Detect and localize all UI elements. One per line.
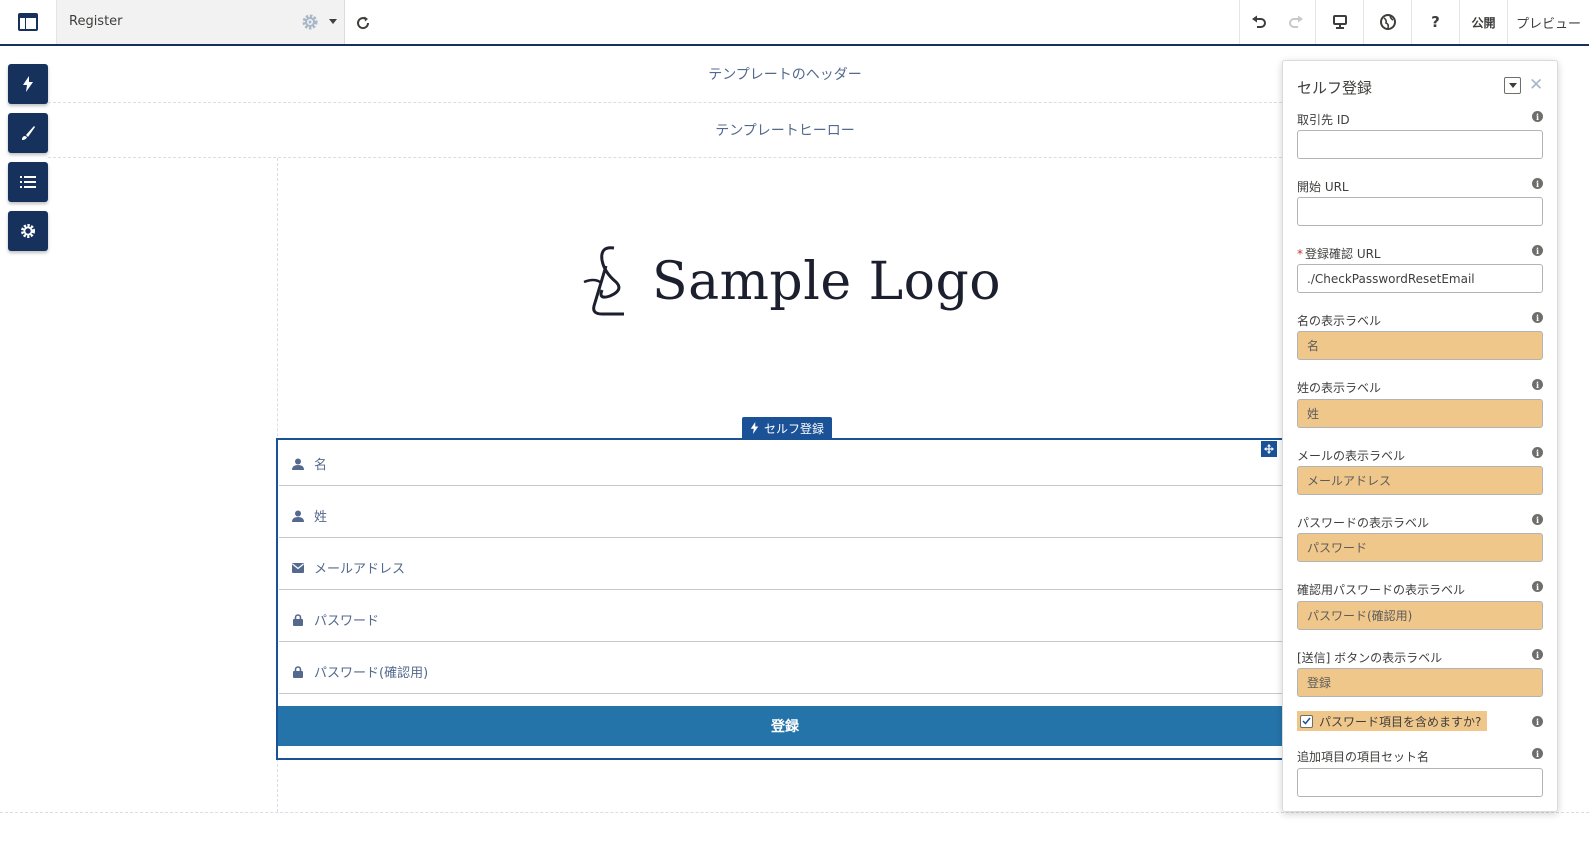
prop-label-text: 開始 URL [1297,180,1349,194]
prop-label-text: [送信] ボタンの表示ラベル [1297,651,1443,665]
page-structure-list-icon[interactable] [8,162,48,202]
user-icon [291,510,305,522]
extra-fieldset-label: 追加項目の項目セット名 [1297,748,1429,765]
field-placeholder: パスワード(確認用) [314,666,429,681]
layout-icon[interactable] [0,0,57,44]
panel-menu-dropdown-icon[interactable] [1504,77,1521,94]
checkmark-icon [1302,717,1311,725]
refresh-icon[interactable] [352,12,374,34]
info-icon[interactable]: i [1532,716,1543,727]
password-field[interactable]: パスワード [279,598,1283,642]
logo-text: Sample Logo [652,252,1002,312]
redo-icon[interactable] [1277,0,1315,44]
undo-icon[interactable] [1239,0,1277,44]
user-icon [291,458,305,470]
include-password-checkbox-row[interactable]: パスワード項目を含めますか? [1297,711,1488,731]
confirm-password-label-setting: 確認用パスワードの表示ラベル [1297,581,1465,598]
include-password-label: パスワード項目を含めますか? [1319,714,1482,729]
prop-label-text: 追加項目の項目セット名 [1297,750,1430,764]
submit-label-input[interactable]: 登録 [1297,668,1543,697]
last-name-label-input[interactable]: 姓 [1297,399,1543,428]
field-placeholder: 名 [314,458,328,473]
page-settings-gear-icon[interactable] [301,13,319,35]
lock-icon [291,613,305,626]
footer-divider [0,812,1589,813]
prop-label-text: 確認用パスワードの表示ラベル [1297,583,1466,597]
password-label-setting: パスワードの表示ラベル [1297,514,1429,531]
chevron-down-icon[interactable] [329,19,337,24]
password-label-input[interactable]: パスワード [1297,533,1543,562]
field-placeholder: 姓 [314,510,328,525]
info-icon[interactable]: i [1532,447,1543,458]
settings-gear-icon[interactable] [8,211,48,251]
components-lightning-icon[interactable] [8,64,48,104]
help-icon[interactable]: ? [1411,0,1459,44]
builder-toolbar: Register ? 公開 プレビュー [0,0,1589,46]
first-name-field[interactable]: 名 [279,442,1283,486]
prop-label-text: 姓の表示ラベル [1297,381,1382,395]
info-icon[interactable]: i [1532,111,1543,122]
lock-icon [291,665,305,678]
prop-label-text: 名の表示ラベル [1297,314,1382,328]
field-placeholder: メールアドレス [314,562,406,577]
email-label-input[interactable]: メールアドレス [1297,466,1543,495]
include-password-checkbox[interactable] [1300,714,1313,728]
start-url-input[interactable] [1297,197,1543,226]
confirm-url-input[interactable]: ./CheckPasswordResetEmail [1297,264,1543,293]
template-hero-label: テンプレートヒーロー [715,123,855,139]
panel-title: セルフ登録 [1297,79,1373,97]
info-icon[interactable]: i [1532,379,1543,390]
email-icon [291,562,305,573]
field-placeholder: パスワード [314,614,380,629]
info-icon[interactable]: i [1532,245,1543,256]
prop-label-text: 登録確認 URL [1305,247,1381,261]
component-tag-label: セルフ登録 [764,421,825,436]
globe-icon[interactable] [1363,0,1411,44]
logo-monogram-icon [583,246,624,316]
close-icon[interactable]: ✕ [1529,75,1543,95]
prop-label-text: パスワードの表示ラベル [1297,516,1430,530]
info-icon[interactable]: i [1532,649,1543,660]
site-logo[interactable]: Sample Logo [580,240,1020,324]
page-selector[interactable]: Register [57,0,345,44]
register-submit-button[interactable]: 登録 [278,706,1292,746]
start-url-label: 開始 URL [1297,178,1349,195]
first-name-label-input[interactable]: 名 [1297,331,1543,360]
template-header-label: テンプレートのヘッダー [708,67,862,83]
confirm-password-field[interactable]: パスワード(確認用) [279,650,1283,694]
confirm-url-label: * 登録確認 URL [1297,245,1381,262]
email-label-setting: メールの表示ラベル [1297,447,1405,464]
preview-button[interactable]: プレビュー [1507,0,1589,44]
prop-label-text: メールの表示ラベル [1297,449,1406,463]
publish-button[interactable]: 公開 [1459,0,1507,44]
account-id-label: 取引先 ID [1297,111,1350,128]
prop-label-text: 取引先 ID [1297,113,1350,127]
info-icon[interactable]: i [1532,178,1543,189]
info-icon[interactable]: i [1532,514,1543,525]
theme-brush-icon[interactable] [8,113,48,153]
lightning-icon [750,422,759,434]
extra-fieldset-input[interactable] [1297,768,1543,797]
self-registration-form[interactable]: 名 姓 メールアドレス パスワード パスワード(確認用) 登録 [276,438,1294,760]
first-name-label-setting: 名の表示ラベル [1297,312,1381,329]
info-icon[interactable]: i [1532,312,1543,323]
page-name: Register [69,14,123,29]
submit-label-setting: [送信] ボタンの表示ラベル [1297,649,1442,666]
email-field[interactable]: メールアドレス [279,546,1283,590]
desktop-icon[interactable] [1315,0,1363,44]
info-icon[interactable]: i [1532,581,1543,592]
required-mark: * [1297,247,1303,261]
account-id-input[interactable] [1297,130,1543,159]
confirm-password-label-input[interactable]: パスワード(確認用) [1297,601,1543,630]
last-name-label-setting: 姓の表示ラベル [1297,379,1381,396]
move-handle-icon[interactable] [1261,441,1277,457]
last-name-field[interactable]: 姓 [279,494,1283,538]
info-icon[interactable]: i [1532,748,1543,759]
component-tag[interactable]: セルフ登録 [742,417,833,439]
property-panel: セルフ登録 ✕ 取引先 ID i 開始 URL i * 登録確認 URL i ./… [1282,60,1558,812]
